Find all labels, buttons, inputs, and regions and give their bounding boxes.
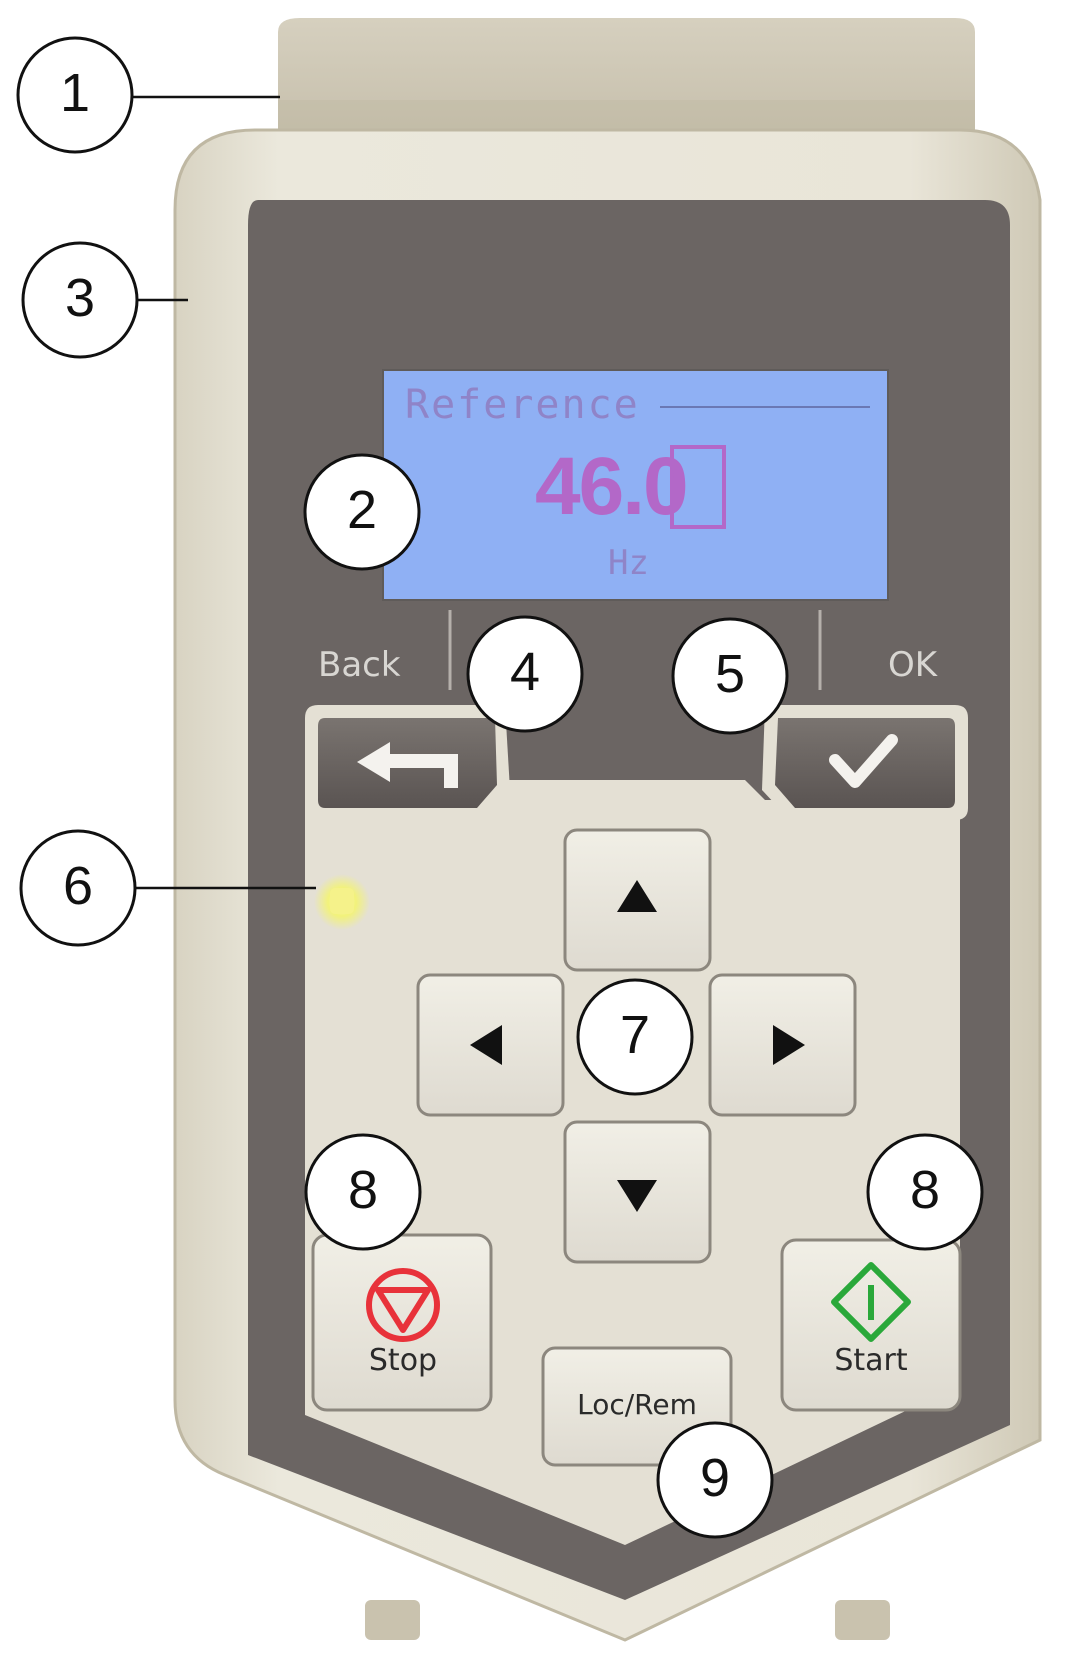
housing-foot-right	[835, 1600, 890, 1640]
callout-8-left-number: 8	[347, 1160, 379, 1220]
lcd-title: Reference	[405, 382, 640, 428]
callout-2-number: 2	[346, 480, 378, 540]
control-panel-diagram: Reference 46.0 Hz Back OK Stop Start Loc…	[0, 0, 1090, 1656]
arrow-left-button[interactable]	[416, 973, 565, 1117]
callout-4-number: 4	[509, 642, 541, 702]
loc-rem-label: Loc/Rem	[577, 1388, 697, 1421]
arrow-up-button[interactable]	[563, 828, 712, 972]
start-label: Start	[834, 1343, 908, 1378]
stop-button[interactable]	[311, 1233, 493, 1412]
callout-7-number: 7	[619, 1005, 651, 1065]
lcd-unit: Hz	[608, 543, 649, 583]
back-button[interactable]	[305, 705, 510, 820]
callout-9-number: 9	[699, 1448, 731, 1508]
housing-foot-left	[365, 1600, 420, 1640]
ok-label: OK	[888, 645, 938, 685]
back-label: Back	[318, 645, 401, 685]
callout-6-number: 6	[62, 856, 94, 916]
callout-3-number: 3	[64, 268, 96, 328]
lcd-value: 46.0	[535, 440, 689, 534]
lcd-value-cursor-digit: 0	[643, 441, 689, 532]
callout-8-right-number: 8	[909, 1160, 941, 1220]
ok-button[interactable]	[762, 705, 968, 820]
start-button[interactable]	[780, 1238, 962, 1412]
stop-label: Stop	[368, 1343, 438, 1378]
lcd-value-main: 46.	[535, 441, 645, 532]
status-led	[314, 874, 370, 930]
callout-5-number: 5	[714, 644, 746, 704]
arrow-down-button[interactable]	[563, 1120, 712, 1264]
callout-1-number: 1	[59, 63, 91, 123]
arrow-right-button[interactable]	[708, 973, 857, 1117]
